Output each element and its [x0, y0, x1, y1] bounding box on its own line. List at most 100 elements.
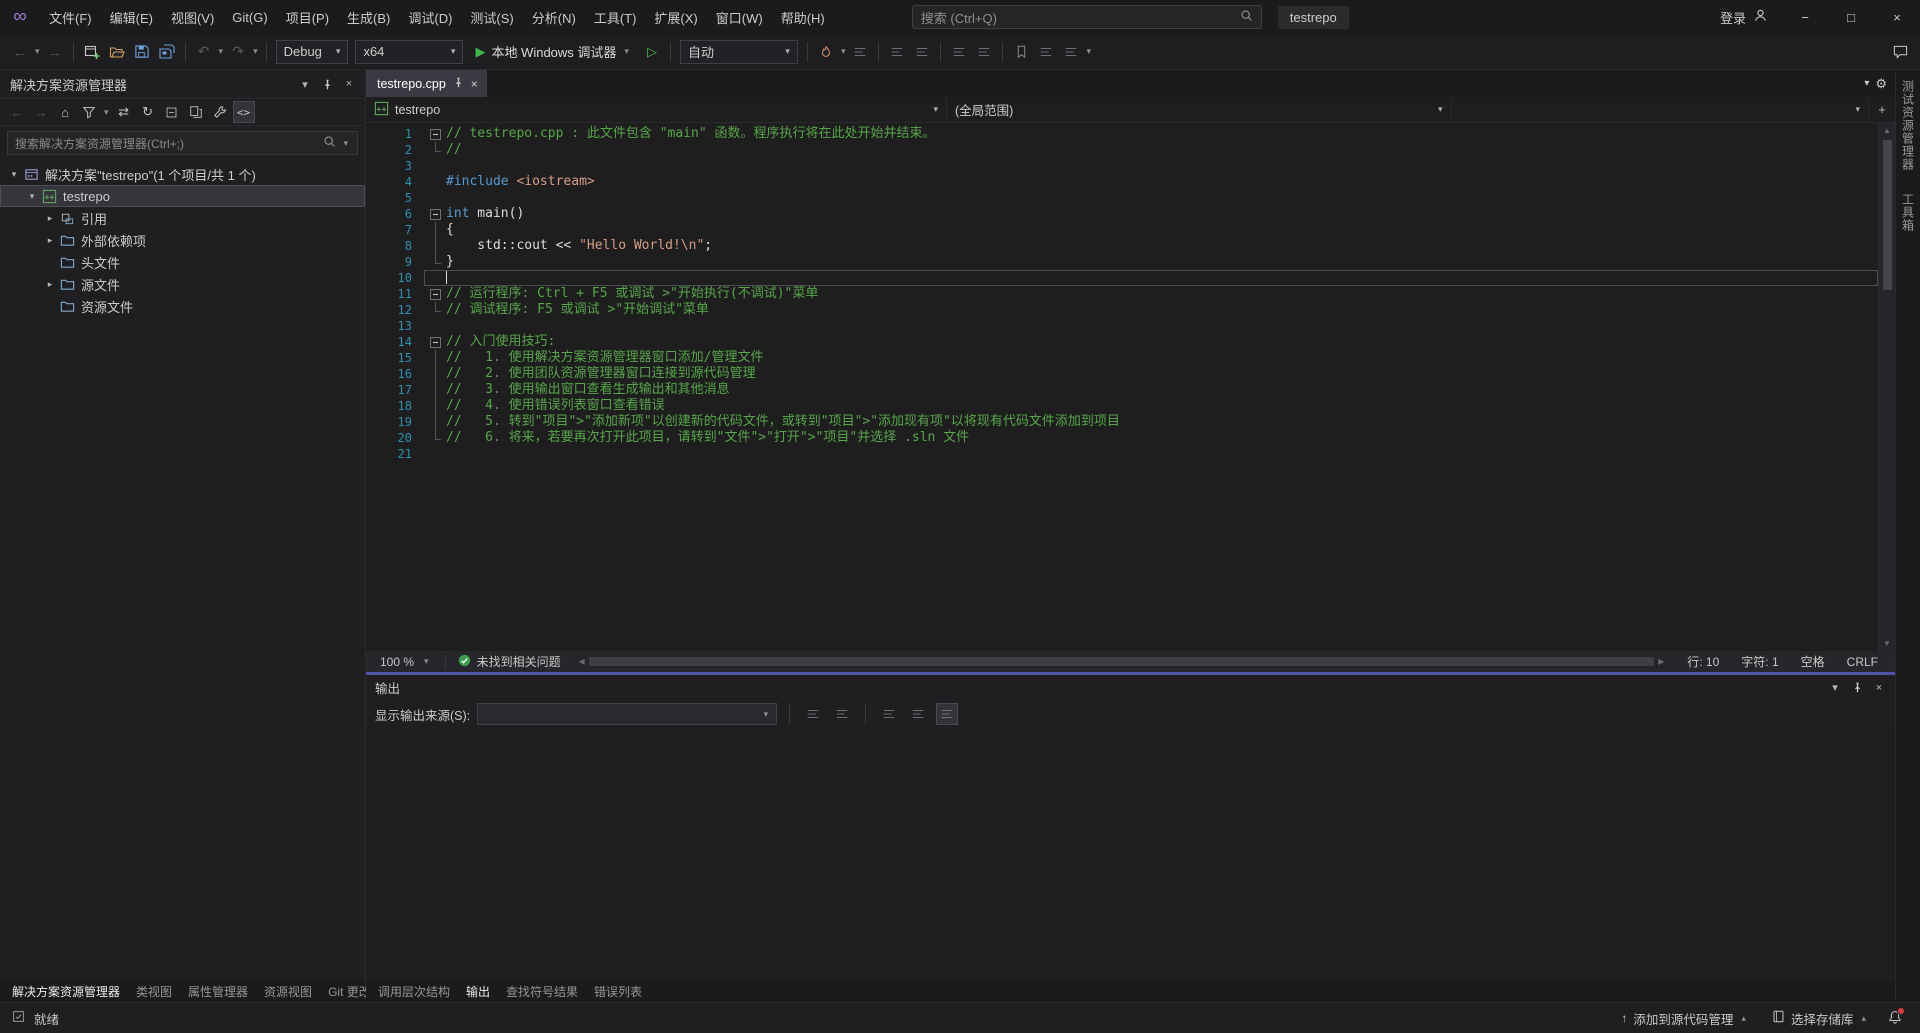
menu-item[interactable]: 项目(P) [277, 0, 338, 34]
code-line[interactable]: 6int main() [366, 206, 1878, 222]
dock-tab-调用层次结构[interactable]: 调用层次结构 [370, 980, 458, 1003]
select-repository-button[interactable]: 选择存储库 ▴ [1762, 1009, 1878, 1028]
horizontal-scrollbar-thumb[interactable] [589, 657, 1655, 666]
tree-expander-icon[interactable]: ▾ [6, 169, 22, 180]
dock-tab-类视图[interactable]: 类视图 [128, 980, 180, 1003]
preview-selected-items-icon[interactable]: <> [233, 101, 255, 123]
background-tasks-icon[interactable] [12, 1010, 25, 1026]
fold-collapse-icon[interactable] [430, 289, 441, 300]
type-scope-dropdown[interactable]: (全局范围) ▾ [947, 97, 1452, 122]
menu-item[interactable]: 文件(F) [40, 0, 101, 34]
tree-item[interactable]: ▸源文件 [0, 273, 365, 295]
fold-collapse-icon[interactable] [430, 209, 441, 220]
navigate-back-chevron-icon[interactable]: ▾ [33, 46, 42, 57]
attach-auto-dropdown[interactable]: 自动 ▾ [680, 40, 798, 64]
fold-margin[interactable] [424, 206, 446, 222]
tree-expander-icon[interactable]: ▸ [42, 235, 58, 246]
code-line[interactable]: 11// 运行程序: Ctrl + F5 或调试 >"开始执行(不调试)"菜单 [366, 286, 1878, 302]
fold-collapse-icon[interactable] [430, 337, 441, 348]
undo-icon[interactable]: ↶ [192, 40, 216, 64]
menu-item[interactable]: 生成(B) [338, 0, 399, 34]
explorer-back-icon[interactable]: ← [6, 101, 28, 123]
member-scope-dropdown[interactable]: ▾ [1452, 97, 1869, 122]
filter-chevron-icon[interactable]: ▾ [102, 107, 111, 118]
start-without-debugging-icon[interactable]: ▷ [640, 40, 664, 64]
pin-icon[interactable] [453, 77, 464, 91]
solution-platform-dropdown[interactable]: x64 ▾ [355, 40, 463, 64]
code-line[interactable]: 5 [366, 190, 1878, 206]
tree-item[interactable]: ▸引用 [0, 207, 365, 229]
status-eol-indicator[interactable]: CRLF [1836, 655, 1889, 669]
add-to-source-control-button[interactable]: ↑ 添加到源代码管理 ▴ [1611, 1009, 1758, 1028]
close-tab-icon[interactable]: × [471, 77, 478, 91]
tree-item[interactable]: ▸外部依赖项 [0, 229, 365, 251]
titlebar-solution-name[interactable]: testrepo [1278, 6, 1349, 29]
scroll-up-icon[interactable]: ▲ [1879, 123, 1895, 138]
status-column-indicator[interactable]: 字符: 1 [1730, 653, 1789, 670]
vertical-scrollbar[interactable]: ▲ ▼ [1878, 123, 1895, 651]
code-line[interactable]: 17// 3. 使用输出窗口查看生成输出和其他消息 [366, 382, 1878, 398]
uncomment-lines-icon[interactable] [972, 40, 996, 64]
code-line[interactable]: 21 [366, 446, 1878, 462]
collapse-all-icon[interactable] [161, 101, 183, 123]
menu-item[interactable]: 帮助(H) [772, 0, 834, 34]
dock-tab-错误列表[interactable]: 错误列表 [586, 980, 650, 1003]
status-spaces-indicator[interactable]: 空格 [1790, 653, 1836, 670]
menu-item[interactable]: 分析(N) [523, 0, 585, 34]
maximize-button[interactable]: □ [1828, 0, 1874, 34]
code-line[interactable]: 3 [366, 158, 1878, 174]
code-line[interactable]: 13 [366, 318, 1878, 334]
goto-previous-message-icon[interactable] [802, 703, 824, 725]
vertical-scrollbar-thumb[interactable] [1883, 140, 1892, 290]
code-line[interactable]: 12// 调试程序: F5 或调试 >"开始调试"菜单 [366, 302, 1878, 318]
toggle-autoscroll-icon[interactable] [936, 703, 958, 725]
explorer-forward-icon[interactable]: → [30, 101, 52, 123]
pin-icon[interactable] [317, 74, 337, 94]
toolbar-options-chevron-icon[interactable]: ▾ [1084, 46, 1093, 57]
apply-code-changes-icon[interactable] [848, 40, 872, 64]
code-line[interactable]: 1// testrepo.cpp : 此文件包含 "main" 函数。程序执行将… [366, 126, 1878, 142]
pin-icon[interactable] [1847, 678, 1867, 698]
window-position-chevron-icon[interactable]: ▾ [295, 74, 315, 94]
save-icon[interactable] [130, 40, 154, 64]
navigate-back-icon[interactable]: ← [8, 40, 32, 64]
fold-margin[interactable] [424, 334, 446, 350]
home-icon[interactable]: ⌂ [54, 101, 76, 123]
sign-in-button[interactable]: 登录 [1706, 8, 1782, 27]
project-scope-dropdown[interactable]: ++ testrepo ▾ [366, 97, 947, 122]
redo-chevron-icon[interactable]: ▾ [251, 46, 260, 57]
code-line[interactable]: 14// 入门使用技巧: [366, 334, 1878, 350]
code-line[interactable]: 9} [366, 254, 1878, 270]
code-line[interactable]: 10 [366, 270, 1878, 286]
hot-reload-icon[interactable] [814, 40, 838, 64]
fold-margin[interactable] [424, 126, 446, 142]
redo-icon[interactable]: ↷ [226, 40, 250, 64]
solution-explorer-search-box[interactable]: 搜索解决方案资源管理器(Ctrl+;) ▾ [7, 131, 358, 155]
fold-collapse-icon[interactable] [430, 129, 441, 140]
tree-item[interactable]: 头文件 [0, 251, 365, 273]
scroll-down-icon[interactable]: ▼ [1879, 636, 1895, 651]
code-line[interactable]: 20// 6. 将来，若要再次打开此项目，请转到"文件">"打开">"项目"并选… [366, 430, 1878, 446]
menu-item[interactable]: 视图(V) [162, 0, 223, 34]
window-position-chevron-icon[interactable]: ▾ [1825, 678, 1845, 698]
hot-reload-chevron-icon[interactable]: ▾ [839, 46, 848, 57]
clear-all-icon[interactable] [878, 703, 900, 725]
menu-item[interactable]: 窗口(W) [707, 0, 772, 34]
notifications-bell-button[interactable] [1882, 1010, 1908, 1027]
next-bookmark-icon[interactable] [1059, 40, 1083, 64]
scroll-left-icon[interactable]: ◀ [575, 657, 589, 666]
output-source-dropdown[interactable]: ▾ [477, 703, 777, 725]
dock-tab-查找符号结果[interactable]: 查找符号结果 [498, 980, 586, 1003]
settings-gear-icon[interactable]: ⚙ [1875, 76, 1887, 92]
code-editor[interactable]: 1// testrepo.cpp : 此文件包含 "main" 函数。程序执行将… [366, 123, 1895, 651]
active-files-chevron-icon[interactable]: ▾ [1864, 78, 1869, 89]
code-line[interactable]: 18// 4. 使用错误列表窗口查看错误 [366, 398, 1878, 414]
code-line[interactable]: 4#include <iostream> [366, 174, 1878, 190]
menu-item[interactable]: 测试(S) [461, 0, 522, 34]
show-all-files-icon[interactable] [185, 101, 207, 123]
minimize-button[interactable]: − [1782, 0, 1828, 34]
comment-lines-icon[interactable] [947, 40, 971, 64]
code-line[interactable]: 19// 5. 转到"项目">"添加新项"以创建新的代码文件，或转到"项目">"… [366, 414, 1878, 430]
new-project-icon[interactable] [80, 40, 104, 64]
solution-configuration-dropdown[interactable]: Debug ▾ [276, 40, 349, 64]
